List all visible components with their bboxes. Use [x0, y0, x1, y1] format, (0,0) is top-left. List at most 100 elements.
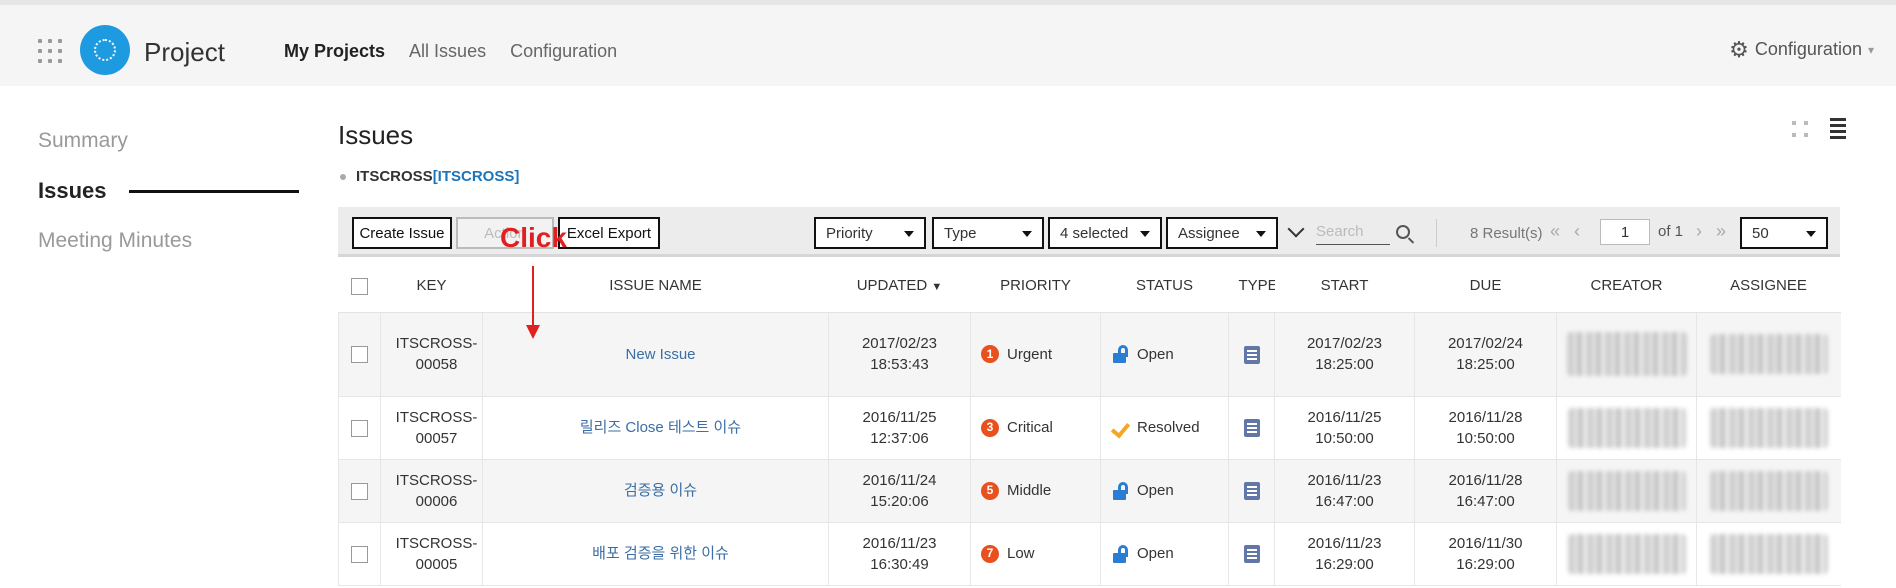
assignee-filter[interactable]: Assignee	[1166, 217, 1278, 249]
config-menu-label: Configuration	[1754, 39, 1862, 59]
issue-key-number: 00005	[415, 555, 458, 573]
row-checkbox[interactable]	[351, 346, 368, 364]
issue-key-number: 00057	[415, 429, 458, 447]
blurred-assignee	[1709, 470, 1828, 511]
sidebar-item-meeting-minutes[interactable]: Meeting Minutes	[38, 216, 300, 266]
updated-cell: 2016/11/23 16:30:49	[828, 522, 971, 586]
excel-export-button[interactable]: Excel Export	[558, 217, 660, 249]
issue-name-link[interactable]: 검증용 이슈	[624, 482, 697, 499]
caret-down-icon	[1256, 231, 1266, 237]
create-issue-button[interactable]: Create Issue	[352, 217, 452, 249]
updated-time: 18:53:43	[870, 356, 929, 373]
due-time: 18:25:00	[1456, 356, 1515, 373]
breadcrumb-project-link[interactable]: [ITSCROSS]	[433, 168, 520, 185]
top-nav: My Projects All Issues Configuration	[284, 41, 617, 62]
start-cell: 2016/11/25 10:50:00	[1274, 396, 1415, 460]
next-page-icon[interactable]: ›	[1696, 221, 1702, 242]
first-page-icon[interactable]: «	[1550, 221, 1560, 242]
row-checkbox[interactable]	[351, 545, 368, 563]
row-checkbox[interactable]	[351, 419, 368, 437]
issue-name-cell: 배포 검증을 위한 이슈	[482, 522, 829, 586]
config-menu[interactable]: ⚙ Configuration ▾	[1729, 38, 1874, 60]
top-bar: Project My Projects All Issues Configura…	[0, 0, 1896, 86]
issue-name-link[interactable]: New Issue	[625, 346, 695, 363]
nav-all-issues[interactable]: All Issues	[409, 41, 486, 62]
app-launcher-icon[interactable]	[38, 39, 62, 63]
prev-page-icon[interactable]: ‹	[1574, 221, 1580, 242]
col-priority[interactable]: PRIORITY	[970, 260, 1101, 313]
status-cell: Resolved	[1100, 396, 1229, 460]
sidebar-item-summary[interactable]: Summary	[38, 116, 300, 166]
row-select-cell	[338, 459, 381, 523]
updated-time: 15:20:06	[870, 492, 929, 510]
list-view-icon[interactable]	[1830, 118, 1846, 139]
col-issue-name[interactable]: ISSUE NAME	[482, 260, 829, 313]
issue-key-number: 00058	[415, 356, 458, 373]
col-updated[interactable]: UPDATED ▼	[828, 260, 971, 313]
col-updated-label: UPDATED	[856, 277, 928, 295]
status-filter[interactable]: 4 selected	[1048, 217, 1162, 249]
priority-badge: 3	[981, 418, 999, 437]
start-cell: 2016/11/23 16:29:00	[1274, 522, 1415, 586]
issue-name-link[interactable]: 배포 검증을 위한 이슈	[592, 545, 729, 562]
search-input[interactable]: Search	[1316, 221, 1390, 245]
status-label: Resolved	[1137, 419, 1200, 436]
issue-key: ITSCROSS- 00058	[380, 312, 483, 397]
table-row[interactable]: ITSCROSS- 00005 배포 검증을 위한 이슈 2016/11/23 16…	[338, 522, 1841, 586]
select-all-checkbox[interactable]	[351, 277, 368, 295]
caret-down-icon	[904, 231, 914, 237]
updated-date: 2016/11/25	[862, 408, 937, 426]
last-page-icon[interactable]: »	[1716, 221, 1726, 242]
updated-cell: 2016/11/25 12:37:06	[828, 396, 971, 460]
assignee-cell	[1696, 396, 1841, 460]
col-start[interactable]: START	[1274, 260, 1415, 313]
divider	[1436, 219, 1437, 247]
sidebar-item-issues[interactable]: Issues	[38, 166, 300, 216]
start-time: 18:25:00	[1315, 356, 1374, 373]
table-row[interactable]: ITSCROSS- 00006 검증용 이슈 2016/11/24 15:20:06…	[338, 459, 1841, 523]
priority-label: Middle	[1007, 482, 1052, 499]
chevron-down-icon: ▾	[1867, 42, 1874, 57]
nav-my-projects[interactable]: My Projects	[284, 41, 385, 62]
blurred-creator	[1567, 407, 1686, 448]
select-all-cell	[338, 260, 381, 313]
status-cell: Open	[1100, 312, 1229, 397]
row-checkbox[interactable]	[351, 482, 368, 500]
type-cell	[1228, 312, 1275, 397]
col-type[interactable]: TYPE	[1228, 260, 1275, 313]
status-cell: Open	[1100, 522, 1229, 586]
priority-badge: 1	[981, 345, 999, 363]
issue-name-cell: 검증용 이슈	[482, 459, 829, 523]
project-logo-icon[interactable]	[80, 25, 130, 75]
issue-name-link[interactable]: 릴리즈 Close 테스트 이슈	[580, 419, 741, 436]
page-size-select[interactable]: 50	[1740, 217, 1828, 249]
creator-cell	[1556, 522, 1697, 586]
nav-configuration[interactable]: Configuration	[510, 41, 617, 62]
blurred-creator	[1567, 470, 1686, 511]
breadcrumb-project: ITSCROSS	[356, 168, 433, 185]
col-creator[interactable]: CREATOR	[1556, 260, 1697, 313]
status-label: Open	[1137, 545, 1174, 562]
table-header: KEY ISSUE NAME UPDATED ▼ PRIORITY STATUS…	[338, 260, 1841, 313]
caret-down-icon	[1806, 231, 1816, 237]
col-status[interactable]: STATUS	[1100, 260, 1229, 313]
priority-label: Low	[1007, 545, 1035, 562]
start-date: 2016/11/23	[1307, 534, 1382, 552]
search-icon[interactable]	[1396, 225, 1410, 239]
col-assignee[interactable]: ASSIGNEE	[1696, 260, 1841, 313]
due-date: 2017/02/24	[1447, 335, 1524, 352]
table-row[interactable]: ITSCROSS- 00058 New Issue 2017/02/23 18:53…	[338, 312, 1841, 397]
expand-filters-icon[interactable]	[1287, 220, 1305, 238]
grid-view-icon[interactable]	[1792, 120, 1808, 137]
priority-filter[interactable]: Priority	[814, 217, 926, 249]
col-key[interactable]: KEY	[380, 260, 483, 313]
assignee-cell	[1696, 312, 1841, 397]
type-cell	[1228, 522, 1275, 586]
updated-time: 16:30:49	[870, 555, 929, 573]
page-number-input[interactable]: 1	[1600, 219, 1650, 245]
table-row[interactable]: ITSCROSS- 00057 릴리즈 Close 테스트 이슈 2016/11/…	[338, 396, 1841, 460]
priority-label: Critical	[1007, 419, 1053, 436]
col-due[interactable]: DUE	[1414, 260, 1557, 313]
issue-name-cell: 릴리즈 Close 테스트 이슈	[482, 396, 829, 460]
type-filter[interactable]: Type	[932, 217, 1044, 249]
